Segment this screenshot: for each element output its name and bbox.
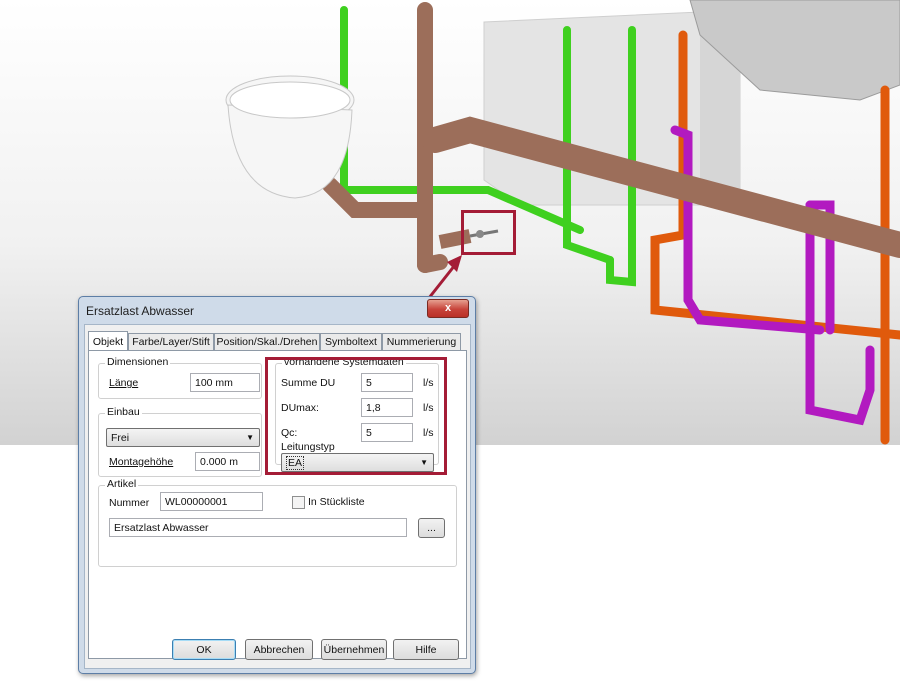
- nummer-label: Nummer: [109, 497, 150, 509]
- tab-nummerierung[interactable]: Nummerierung: [382, 333, 461, 351]
- browse-button[interactable]: ...: [418, 518, 445, 538]
- einbau-select[interactable]: Frei ▼: [106, 428, 260, 447]
- help-button[interactable]: Hilfe: [393, 639, 459, 660]
- tab-position[interactable]: Position/Skal./Drehen: [214, 333, 320, 351]
- stueckliste-checkbox[interactable]: [292, 496, 305, 509]
- montagehoehe-label: Montagehöhe: [109, 456, 174, 468]
- stueckliste-label: In Stückliste: [308, 496, 365, 508]
- chevron-down-icon: ▼: [246, 433, 254, 442]
- tab-farbe-layer-stift[interactable]: Farbe/Layer/Stift: [128, 333, 214, 351]
- apply-button[interactable]: Übernehmen: [321, 639, 387, 660]
- laenge-label: Länge: [109, 377, 139, 389]
- group-label: Dimensionen: [105, 356, 171, 368]
- ersatzlast-dialog: Ersatzlast Abwasser x Objekt Farbe/Layer…: [78, 296, 476, 674]
- close-button[interactable]: x: [427, 299, 469, 318]
- nummer-input[interactable]: WL00000001: [160, 492, 263, 511]
- zoom-highlight-box: [461, 210, 516, 255]
- einbau-select-value: Frei: [111, 432, 130, 444]
- group-label: Einbau: [105, 406, 142, 418]
- laenge-input[interactable]: 100 mm: [190, 373, 260, 392]
- tab-symboltext[interactable]: Symboltext: [320, 333, 382, 351]
- montagehoehe-input[interactable]: 0.000 m: [195, 452, 260, 471]
- ok-button[interactable]: OK: [172, 639, 236, 660]
- group-label: Artikel: [105, 478, 139, 490]
- dialog-title: Ersatzlast Abwasser: [86, 304, 195, 318]
- tab-objekt[interactable]: Objekt: [88, 331, 128, 351]
- artikel-name-input[interactable]: Ersatzlast Abwasser: [109, 518, 407, 537]
- systemdaten-highlight: [265, 357, 447, 475]
- cancel-button[interactable]: Abbrechen: [245, 639, 313, 660]
